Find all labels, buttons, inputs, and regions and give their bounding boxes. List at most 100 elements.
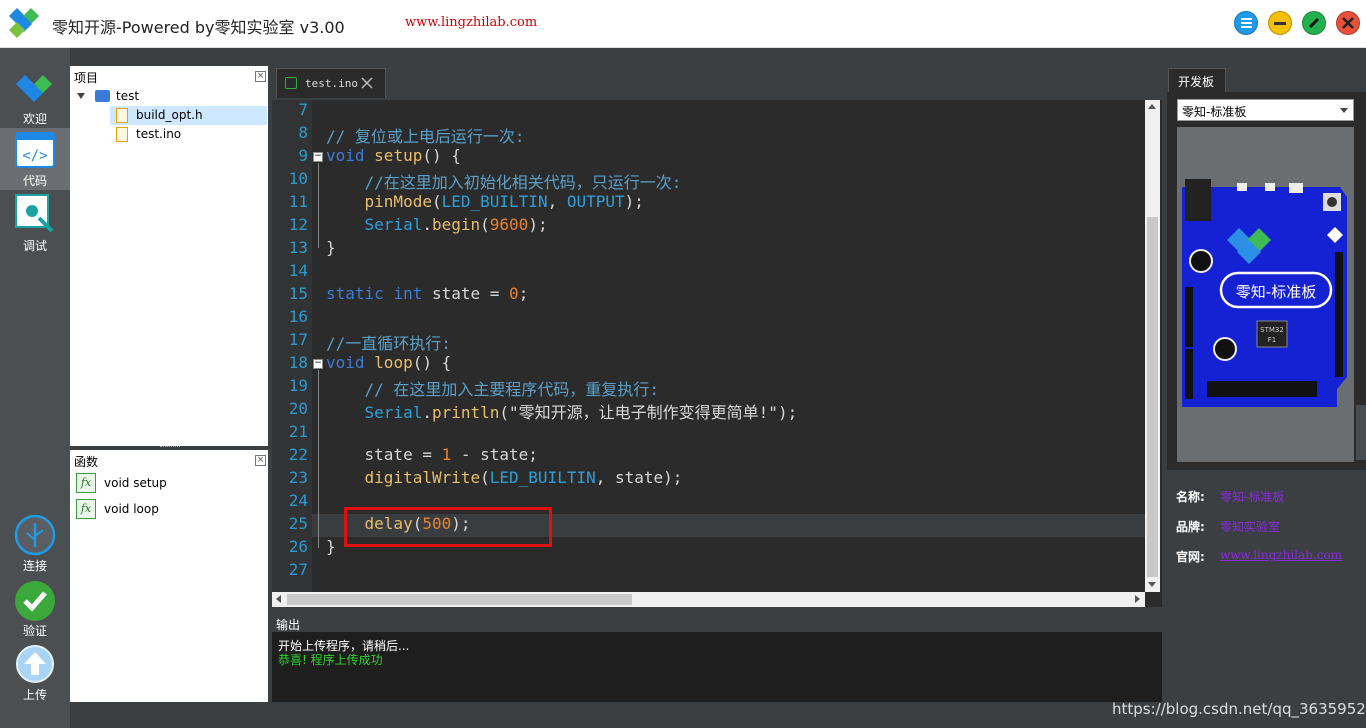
- line-number: 24: [288, 491, 308, 510]
- code-line-18: void loop() {: [326, 353, 451, 372]
- tree-root-test[interactable]: test: [116, 89, 139, 103]
- code-line-22: state = 1 - state;: [326, 445, 538, 464]
- chevron-down-icon: [1340, 108, 1348, 113]
- board-select[interactable]: 零知-标准板: [1177, 99, 1354, 121]
- punctuation: ;: [518, 284, 529, 303]
- line-number: 11: [288, 192, 308, 211]
- board-name-value: 零知-标准板: [1220, 490, 1285, 504]
- line-number: 18: [288, 353, 308, 372]
- identifier: state =: [326, 445, 442, 464]
- scroll-left-arrow-icon[interactable]: [276, 595, 281, 603]
- tree-expand-arrow-icon[interactable]: [77, 93, 85, 99]
- line-number: 13: [288, 238, 308, 257]
- code-line-17: //一直循环执行:: [326, 334, 451, 353]
- punctuation: (: [480, 215, 490, 234]
- board-site-link[interactable]: www.lingzhilab.com: [1220, 548, 1342, 562]
- punctuation: (: [431, 192, 442, 211]
- menu-button[interactable]: [1234, 11, 1258, 35]
- scroll-thumb[interactable]: [1147, 217, 1158, 577]
- line-number: 12: [288, 215, 308, 234]
- line-number: 16: [288, 307, 308, 326]
- output-title: 输出: [276, 618, 301, 632]
- verify-button[interactable]: 验证: [0, 578, 70, 640]
- board-panel-resize-handle[interactable]: [1356, 405, 1366, 460]
- line-number: 25: [288, 514, 308, 533]
- highlight-box: [344, 507, 552, 547]
- line-number: 21: [288, 422, 308, 441]
- title-bar: 零知开源-Powered by零知实验室 v3.00 www.lingzhila…: [0, 0, 1366, 48]
- tab-test-ino[interactable]: test.ino: [276, 68, 386, 98]
- line-number: 7: [298, 100, 308, 119]
- function-item-loop[interactable]: void loop: [104, 502, 159, 516]
- function-icon: fx: [76, 473, 96, 493]
- fold-marker-icon[interactable]: −: [313, 359, 323, 369]
- debug-button[interactable]: 调试: [0, 192, 70, 254]
- usb-icon: [14, 514, 56, 556]
- identifier: - state;: [451, 445, 538, 464]
- code-line-11: pinMode(LED_BUILTIN, OUTPUT);: [326, 192, 644, 211]
- editor-horizontal-scrollbar[interactable]: [272, 592, 1145, 607]
- project-panel-close-icon[interactable]: ×: [255, 71, 266, 82]
- tab-board[interactable]: 开发板: [1168, 68, 1226, 92]
- tab-close-icon[interactable]: [361, 77, 373, 89]
- line-number: 10: [288, 169, 308, 188]
- close-button[interactable]: [1336, 11, 1360, 35]
- scroll-down-arrow-icon[interactable]: [1148, 582, 1156, 587]
- checkmark-icon: [15, 581, 55, 621]
- string: ("零知开源，让电子制作变得更简单!");: [499, 403, 798, 422]
- welcome-button[interactable]: 欢迎: [0, 70, 70, 128]
- number: 9600: [489, 215, 529, 234]
- expand-icon: [1308, 17, 1320, 29]
- tree-item-test-ino[interactable]: test.ino: [136, 127, 181, 141]
- connect-button[interactable]: 连接: [0, 512, 70, 574]
- code-line-23: digitalWrite(LED_BUILTIN, state);: [326, 468, 683, 487]
- website-link[interactable]: www.lingzhilab.com: [405, 15, 537, 30]
- fold-guide: [318, 163, 319, 248]
- scroll-up-arrow-icon[interactable]: [1148, 104, 1156, 109]
- board-select-value: 零知-标准板: [1182, 105, 1247, 119]
- punctuation: );: [624, 192, 644, 211]
- close-icon: [1342, 17, 1354, 29]
- scroll-right-arrow-icon[interactable]: [1135, 595, 1140, 603]
- code-line-26: }: [326, 537, 336, 556]
- minimize-button[interactable]: [1268, 11, 1292, 35]
- function-item-setup[interactable]: void setup: [104, 476, 167, 490]
- keyword: int: [393, 284, 423, 303]
- number: 0: [509, 284, 519, 303]
- keyword: static: [326, 284, 384, 303]
- maximize-button[interactable]: [1302, 11, 1326, 35]
- source-file-icon: [116, 127, 128, 142]
- punctuation: () {: [422, 146, 461, 165]
- code-line-20: Serial.println("零知开源，让电子制作变得更简单!");: [326, 399, 798, 423]
- board-name-label: 名称:: [1176, 490, 1205, 504]
- code-line-12: Serial.begin(9600);: [326, 215, 548, 234]
- welcome-label: 欢迎: [22, 112, 47, 126]
- file-icon: [285, 77, 297, 89]
- svg-text:F1: F1: [1268, 336, 1276, 344]
- welcome-logo-icon: [16, 75, 52, 102]
- code-line-19: // 在这里加入主要程序代码，重复执行:: [326, 380, 660, 399]
- code-line-8: // 复位或上电后运行一次:: [326, 127, 525, 146]
- function-name: digitalWrite: [326, 468, 481, 487]
- line-number: 17: [288, 330, 308, 349]
- constant: LED_BUILTIN: [441, 192, 548, 211]
- keyword: void: [326, 353, 365, 372]
- line-number: 19: [288, 376, 308, 395]
- punctuation: () {: [412, 353, 452, 372]
- code-line-9: void setup() {: [326, 146, 461, 165]
- constant: OUTPUT: [566, 192, 625, 211]
- editor-vertical-scrollbar[interactable]: [1145, 100, 1160, 592]
- punctuation: .: [422, 403, 432, 422]
- code-line-10: //在这里加入初始化相关代码，只运行一次:: [326, 173, 682, 192]
- line-number: 22: [288, 445, 308, 464]
- panel-splitter[interactable]: [160, 446, 180, 449]
- code-button[interactable]: </> 代码: [0, 128, 70, 190]
- functions-panel-close-icon[interactable]: ×: [255, 455, 266, 466]
- line-number: 26: [288, 537, 308, 556]
- line-number: 27: [288, 560, 308, 579]
- function-name: loop: [374, 353, 413, 372]
- fold-marker-icon[interactable]: −: [313, 152, 323, 162]
- keyword: void: [326, 146, 365, 165]
- scroll-thumb[interactable]: [287, 594, 632, 605]
- upload-button[interactable]: 上传: [0, 642, 70, 702]
